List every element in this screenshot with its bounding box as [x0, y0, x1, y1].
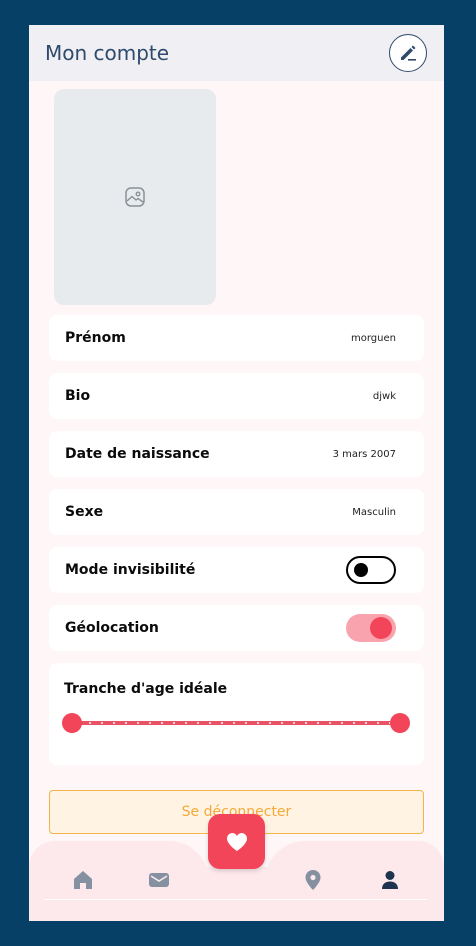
first-name-row[interactable]: Prénom morguen — [49, 315, 424, 361]
birthdate-row[interactable]: Date de naissance 3 mars 2007 — [49, 431, 424, 477]
geolocation-label: Géolocation — [65, 620, 159, 636]
home-icon[interactable] — [72, 869, 94, 891]
app-screen: Mon compte Prénom morguen Bio djwk Date … — [29, 25, 444, 921]
invisible-mode-toggle[interactable] — [346, 556, 396, 584]
nav-center-panel — [199, 867, 279, 921]
birthdate-value: 3 mars 2007 — [332, 448, 396, 460]
age-range-label: Tranche d'age idéale — [64, 681, 228, 697]
birthdate-label: Date de naissance — [65, 446, 210, 462]
edit-button[interactable] — [389, 34, 427, 72]
location-pin-icon[interactable] — [302, 869, 324, 891]
heart-icon — [226, 832, 247, 851]
bio-row[interactable]: Bio djwk — [49, 373, 424, 419]
pencil-icon — [401, 45, 416, 61]
bio-label: Bio — [65, 388, 91, 404]
age-range-max-handle[interactable] — [390, 713, 410, 733]
top-bar: Mon compte — [29, 25, 444, 81]
toggle-knob — [354, 563, 368, 577]
age-range-card: Tranche d'age idéale — [49, 663, 424, 765]
invisible-mode-row: Mode invisibilité — [49, 547, 424, 593]
bio-value: djwk — [372, 390, 396, 402]
first-name-value: morguen — [351, 332, 396, 344]
profile-photo-placeholder[interactable] — [54, 89, 216, 305]
image-icon — [125, 187, 145, 207]
geolocation-row: Géolocation — [49, 605, 424, 651]
first-name-label: Prénom — [65, 330, 126, 346]
nav-right-panel — [265, 841, 444, 921]
toggle-knob — [370, 617, 392, 639]
user-icon[interactable] — [379, 869, 401, 891]
page-title: Mon compte — [45, 41, 170, 65]
mail-icon[interactable] — [148, 869, 170, 891]
gender-row[interactable]: Sexe Masculin — [49, 489, 424, 535]
age-range-min-handle[interactable] — [62, 713, 82, 733]
nav-divider — [44, 899, 427, 900]
geolocation-toggle[interactable] — [346, 614, 396, 642]
invisible-mode-label: Mode invisibilité — [65, 562, 196, 578]
nav-left-panel — [29, 841, 209, 921]
heart-button[interactable] — [208, 814, 265, 869]
gender-value: Masculin — [352, 506, 396, 518]
age-range-track-ticks — [72, 722, 400, 724]
gender-label: Sexe — [65, 504, 104, 520]
